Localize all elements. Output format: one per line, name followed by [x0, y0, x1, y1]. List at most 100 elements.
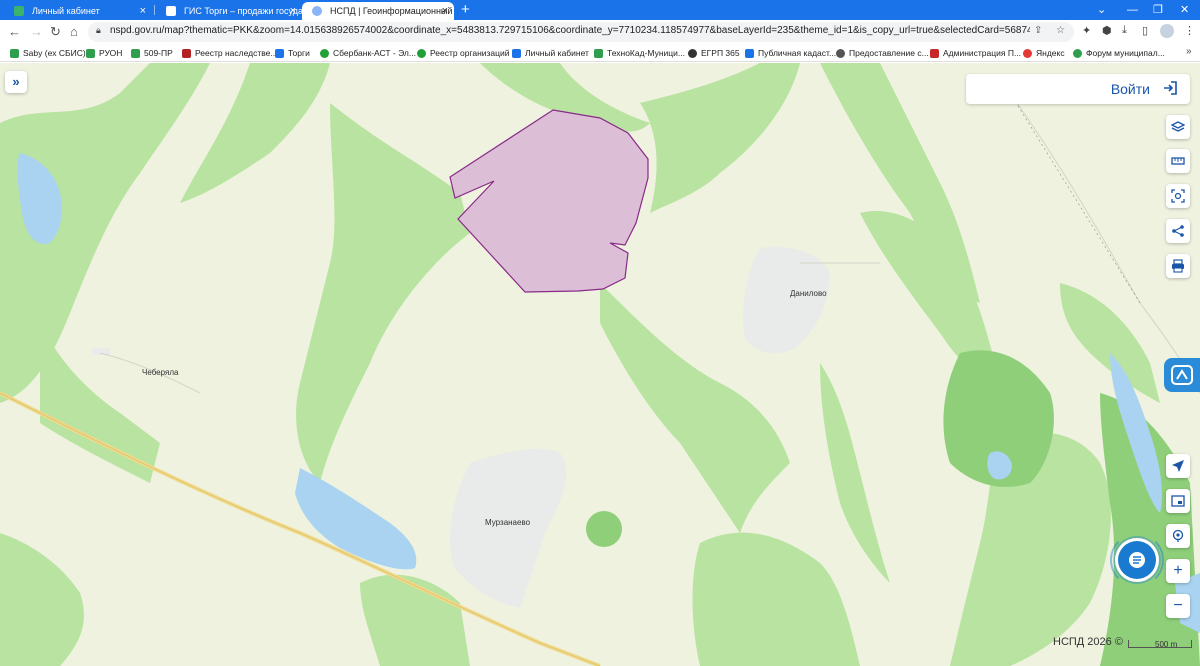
zoom-out-button[interactable]: −: [1166, 594, 1190, 618]
bookmarks-overflow-button[interactable]: »: [1186, 46, 1192, 57]
map-layer: [0, 63, 1200, 666]
extensions-icon[interactable]: ✦: [1082, 24, 1091, 37]
login-panel[interactable]: Войти: [966, 74, 1190, 104]
minimap-icon: [1171, 495, 1185, 507]
bookmark-item[interactable]: Форум муниципал...: [1073, 46, 1165, 60]
tab-nspd[interactable]: НСПД | Геоинформационный п ×: [302, 2, 454, 20]
back-arrow-icon[interactable]: ←: [8, 24, 21, 40]
scale-label: 500 m: [1155, 640, 1178, 649]
puzzle-icon[interactable]: ⬢: [1102, 24, 1112, 37]
menu-icon[interactable]: ⋮: [1184, 24, 1195, 37]
bookmark-item[interactable]: Торги: [275, 46, 310, 60]
bookmark-icon: [86, 49, 95, 58]
bookmark-item[interactable]: Яндекс: [1023, 46, 1065, 60]
tab-lichny-kabinet[interactable]: Личный кабинет ×: [4, 2, 152, 20]
bookmark-star-icon[interactable]: ☆: [1056, 25, 1065, 36]
bookmark-icon: [275, 49, 284, 58]
side-panel-toggle[interactable]: [1164, 358, 1200, 392]
bookmark-item[interactable]: ТехноКад-Муници...: [594, 46, 685, 60]
login-button[interactable]: Войти: [1111, 81, 1150, 97]
tab-title: ГИС Торги – продажи государс: [184, 6, 302, 16]
bookmark-icon: [10, 49, 19, 58]
printer-icon: [1172, 259, 1184, 273]
bookmark-icon: [930, 49, 939, 58]
bookmark-icon: [320, 49, 329, 58]
reload-icon[interactable]: ↻: [50, 24, 61, 40]
geolocation-button[interactable]: [1166, 524, 1190, 548]
zoom-in-button[interactable]: +: [1166, 559, 1190, 583]
lock-icon: 🔒︎: [96, 25, 101, 35]
close-window-icon[interactable]: ✕: [1180, 0, 1189, 20]
tab-title: Личный кабинет: [32, 6, 100, 16]
bookmark-item[interactable]: Администрация П...: [930, 46, 1021, 60]
minimap-button[interactable]: [1166, 489, 1190, 513]
bookmark-item[interactable]: 509-ПР: [131, 46, 173, 60]
search-area-icon: [1171, 189, 1185, 203]
place-label-danilovo: Данилово: [790, 289, 827, 298]
bookmark-icon: [688, 49, 697, 58]
bookmarks-bar: Saby (ex СБИС) РУОН 509-ПР Реестр наслед…: [0, 44, 1200, 62]
forward-arrow-icon[interactable]: →: [30, 24, 43, 40]
share-icon[interactable]: ⇪: [1034, 25, 1042, 36]
sidebar-icon[interactable]: ▯: [1142, 24, 1148, 37]
maximize-icon[interactable]: ❐: [1153, 0, 1163, 20]
tab-title: НСПД | Геоинформационный п: [330, 6, 454, 16]
selected-parcel[interactable]: [449, 109, 649, 293]
ruler-icon: [1171, 157, 1185, 165]
measure-button[interactable]: [1166, 149, 1190, 173]
close-icon[interactable]: ×: [442, 2, 448, 20]
chat-support-button[interactable]: [1118, 541, 1156, 579]
power-line: [1009, 92, 1141, 304]
shield-icon: [14, 6, 24, 16]
close-icon[interactable]: ×: [290, 2, 296, 20]
location-pin-icon: [1172, 529, 1184, 542]
new-tab-button[interactable]: +: [461, 1, 470, 19]
bookmark-icon: [512, 49, 521, 58]
globe-icon: [312, 6, 322, 16]
bookmark-icon: [1073, 49, 1082, 58]
tab-gis-torgi[interactable]: ГИС Торги – продажи государс ×: [156, 2, 302, 20]
place-label-murzanaevo: Мурзанаево: [485, 518, 531, 527]
bookmark-icon: [594, 49, 603, 58]
login-icon: [1164, 81, 1177, 95]
map-canvas[interactable]: Данилово Чеберяла Мурзанаево: [0, 63, 1200, 666]
avatar[interactable]: [1160, 24, 1174, 38]
tab-strip: Личный кабинет × ГИС Торги – продажи гос…: [0, 0, 1200, 20]
bookmark-item[interactable]: Реестр организаций: [417, 46, 510, 60]
download-icon[interactable]: ⤓: [1122, 24, 1127, 37]
locate-button[interactable]: [1166, 454, 1190, 478]
copyright-label: НСПД 2026 ©: [1053, 636, 1123, 648]
plus-icon: +: [1173, 562, 1183, 579]
minimize-icon[interactable]: —: [1127, 0, 1138, 20]
bookmark-icon: [836, 49, 845, 58]
layers-button[interactable]: [1166, 115, 1190, 139]
bookmark-icon: [182, 49, 191, 58]
select-area-button[interactable]: [1166, 184, 1190, 208]
expand-panel-button[interactable]: »: [5, 71, 27, 93]
bookmark-icon: [131, 49, 140, 58]
bookmark-item[interactable]: ЕГРП 365: [688, 46, 740, 60]
bookmark-item[interactable]: РУОН: [86, 46, 122, 60]
print-button[interactable]: [1166, 254, 1190, 278]
layers-icon: [1171, 121, 1185, 132]
bookmark-item[interactable]: Реестр наследстве...: [182, 46, 278, 60]
bookmark-item[interactable]: Личный кабинет: [512, 46, 589, 60]
home-icon[interactable]: ⌂: [70, 24, 78, 40]
minus-icon: −: [1173, 597, 1183, 614]
bookmark-item[interactable]: Saby (ex СБИС): [10, 46, 86, 60]
bookmark-item[interactable]: Предоставление с...: [836, 46, 929, 60]
map-panel-icon: [1171, 365, 1193, 385]
share-button[interactable]: [1166, 219, 1190, 243]
place-label-cheberyla: Чеберяла: [142, 368, 179, 377]
bookmark-icon: [1023, 49, 1032, 58]
bookmark-item[interactable]: Сбербанк-АСТ - Эл...: [320, 46, 416, 60]
gis-torgi-icon: [166, 6, 176, 16]
tab-search-icon[interactable]: ⌄: [1097, 0, 1106, 20]
chat-icon: [1129, 552, 1145, 568]
close-icon[interactable]: ×: [140, 2, 146, 20]
bookmark-item[interactable]: Публичная кадаст...: [745, 46, 836, 60]
bookmark-icon: [417, 49, 426, 58]
bookmark-icon: [745, 49, 754, 58]
share-icon: [1172, 225, 1184, 237]
url-field[interactable]: 🔒︎ nspd.gov.ru/map?thematic=PKK&zoom=14.…: [88, 22, 1074, 42]
